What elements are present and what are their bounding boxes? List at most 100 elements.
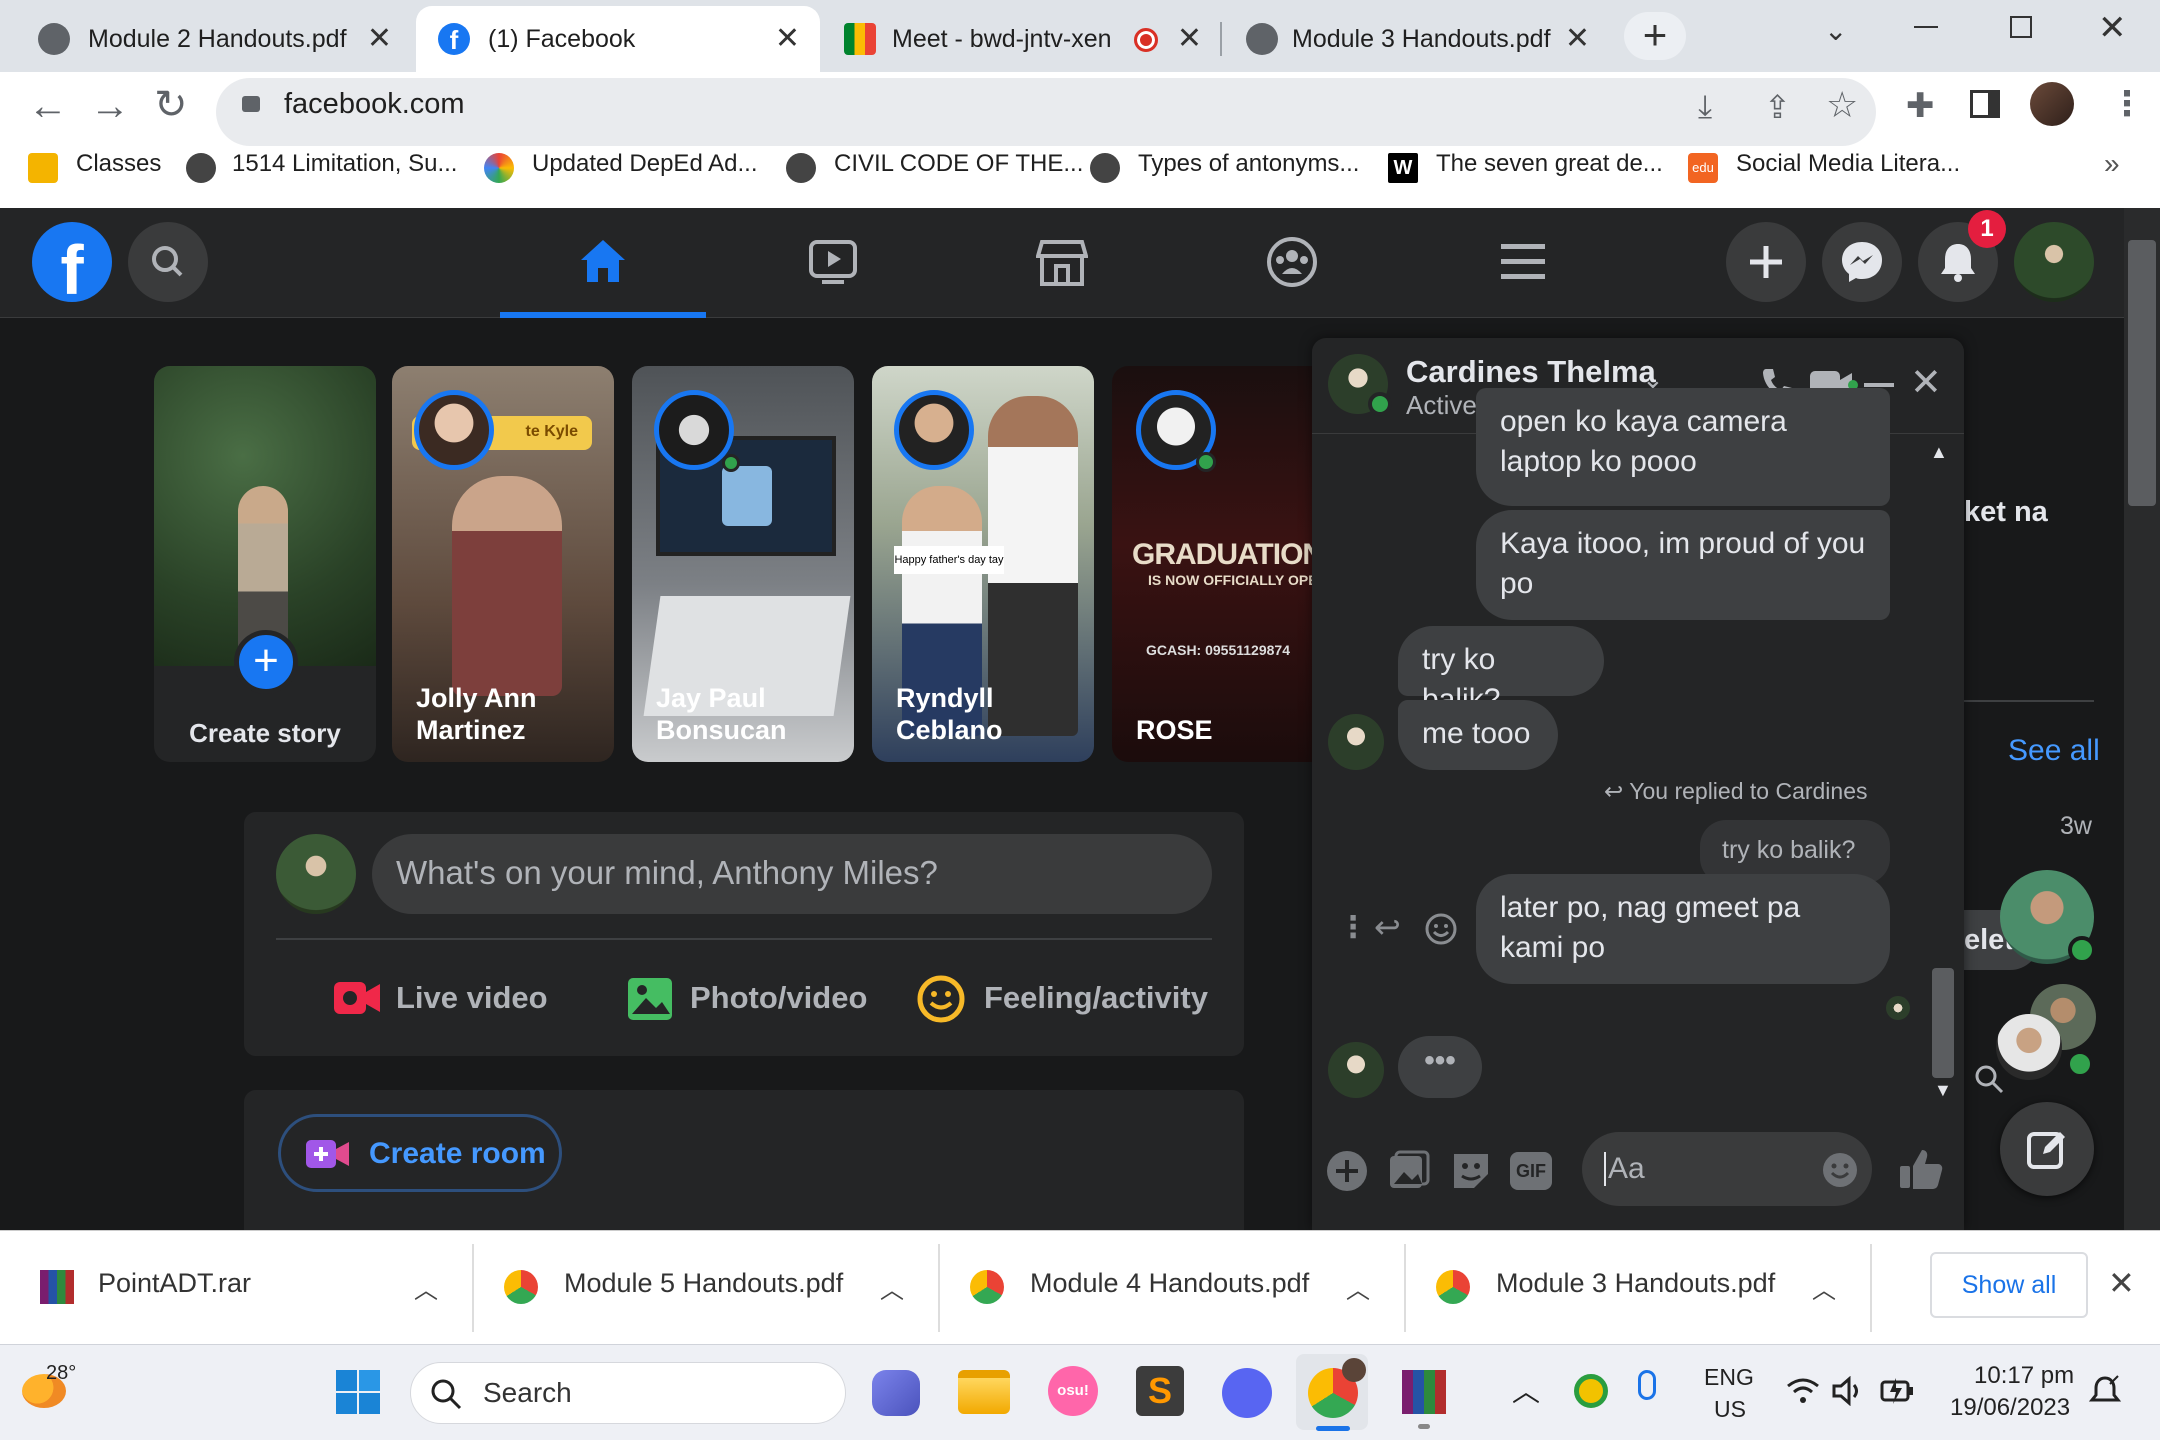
region-indicator[interactable]: US (1714, 1396, 1746, 1423)
tab-facebook[interactable]: f (1) Facebook ✕ (416, 6, 820, 72)
watch-icon[interactable] (808, 236, 858, 286)
menu-icon[interactable] (1498, 236, 1548, 286)
chevron-down-icon[interactable]: ⌄ (1824, 14, 1847, 47)
osu-icon[interactable]: osu! (1048, 1366, 1098, 1416)
search-button[interactable] (128, 222, 208, 302)
more-menu-icon[interactable]: ⋮ (2110, 84, 2144, 124)
gallery-icon[interactable] (1388, 1150, 1430, 1192)
file-explorer-icon[interactable] (958, 1370, 1010, 1414)
show-all-button[interactable]: Show all (1930, 1252, 2088, 1318)
scroll-up-icon[interactable]: ▲ (1930, 442, 1948, 463)
new-tab-button[interactable]: + (1624, 12, 1686, 60)
user-avatar[interactable] (276, 834, 356, 914)
discord-icon[interactable] (1222, 1368, 1272, 1418)
facebook-logo[interactable]: f (32, 222, 112, 302)
message-bubble[interactable]: me tooo (1398, 700, 1558, 770)
gif-icon[interactable]: GIF (1510, 1152, 1552, 1190)
close-shelf-icon[interactable]: ✕ (2108, 1264, 2135, 1302)
back-icon[interactable]: ← (28, 84, 68, 129)
lock-icon[interactable] (242, 96, 260, 112)
minimize-chat-icon[interactable] (1864, 383, 1894, 387)
chat-scrollbar-thumb[interactable] (1932, 968, 1954, 1078)
thumbs-up-icon[interactable] (1898, 1146, 1944, 1192)
more-options-icon[interactable]: ⋮ (1338, 910, 1368, 945)
chevron-up-icon[interactable]: ︿ (880, 1270, 904, 1305)
plus-circle-icon[interactable] (1324, 1148, 1370, 1194)
profile-avatar[interactable] (2030, 82, 2074, 126)
microphone-icon[interactable] (1638, 1370, 1656, 1400)
language-indicator[interactable]: ENG (1704, 1364, 1754, 1391)
story-card[interactable]: Jay Paul Bonsucan (632, 366, 854, 762)
close-icon[interactable]: ✕ (775, 21, 800, 56)
photo-video-button[interactable]: Photo/video (612, 966, 912, 1030)
create-room-button[interactable]: Create room (278, 1114, 562, 1192)
taskbar-search[interactable]: Search (410, 1362, 846, 1424)
install-icon[interactable]: ⤓ (1698, 88, 1712, 126)
extensions-icon[interactable]: ✚ (1906, 86, 1935, 126)
clock-date[interactable]: 19/06/2023 (1950, 1394, 2070, 1422)
home-icon[interactable] (578, 236, 628, 286)
minimize-icon[interactable] (1914, 26, 1938, 28)
tab-meet[interactable]: Meet - bwd-jntv-xen ✕ (826, 6, 1222, 72)
battery-icon[interactable] (1880, 1374, 1916, 1406)
tab-module-2[interactable]: Module 2 Handouts.pdf ✕ (0, 6, 412, 72)
share-icon[interactable]: ⇪ (1764, 88, 1791, 126)
profile-avatar[interactable] (2014, 222, 2094, 302)
bookmark-item[interactable]: Social Media Litera... (1736, 150, 1960, 178)
messenger-button[interactable] (1822, 222, 1902, 302)
see-all-link[interactable]: See all (2008, 734, 2100, 768)
bookmark-item[interactable]: 1514 Limitation, Su... (232, 150, 457, 178)
tray-app-icon[interactable] (1574, 1374, 1608, 1408)
message-bubble[interactable]: try ko balik? (1398, 626, 1604, 716)
chevron-up-icon[interactable]: ︿ (1346, 1270, 1370, 1305)
show-hidden-icons[interactable]: ︿ (1512, 1370, 1540, 1410)
story-card-create[interactable]: + Create story (154, 366, 376, 762)
address-bar[interactable] (216, 78, 1876, 146)
url-text[interactable]: facebook.com (284, 88, 465, 121)
chevron-up-icon[interactable]: ︿ (1812, 1270, 1836, 1305)
volume-icon[interactable] (1832, 1376, 1864, 1406)
add-story-icon[interactable]: + (234, 630, 298, 694)
feeling-activity-button[interactable]: Feeling/activity (912, 966, 1222, 1030)
download-item[interactable]: Module 3 Handouts.pdf (1496, 1268, 1775, 1299)
download-item[interactable]: Module 5 Handouts.pdf (564, 1268, 843, 1299)
create-button[interactable] (1726, 222, 1806, 302)
windows-start-icon[interactable] (334, 1368, 382, 1416)
story-card[interactable]: te Kyle Jolly Ann Martinez (392, 366, 614, 762)
bookmark-item[interactable]: Updated DepEd Ad... (532, 150, 758, 178)
story-card[interactable]: Happy father's day tay Ryndyll Ceblano (872, 366, 1094, 762)
bookmark-item[interactable]: CIVIL CODE OF THE... (834, 150, 1083, 178)
close-chat-icon[interactable]: ✕ (1910, 360, 1942, 405)
story-card[interactable]: GRADUATION GIF IS NOW OFFICIALLY OPEN GC… (1112, 366, 1312, 762)
marketplace-icon[interactable] (1036, 236, 1088, 288)
new-message-button[interactable] (2000, 1102, 2094, 1196)
reload-icon[interactable]: ↻ (154, 82, 188, 128)
react-icon[interactable] (1424, 912, 1458, 946)
bookmark-item[interactable]: Types of antonyms... (1138, 150, 1359, 178)
close-icon[interactable]: ✕ (1565, 21, 1590, 56)
emoji-icon[interactable] (1822, 1152, 1858, 1188)
forward-icon[interactable]: → (90, 84, 130, 129)
clock-time[interactable]: 10:17 pm (1974, 1362, 2074, 1390)
star-icon[interactable]: ☆ (1826, 84, 1858, 126)
scroll-down-icon[interactable]: ▼ (1934, 1080, 1952, 1101)
weather-temperature[interactable]: 28° (46, 1362, 76, 1385)
composer-input[interactable]: What's on your mind, Anthony Miles? (372, 834, 1212, 914)
download-item[interactable]: Module 4 Handouts.pdf (1030, 1268, 1309, 1299)
message-bubble[interactable]: Kaya itooo, im proud of you po (1476, 510, 1890, 620)
search-icon[interactable] (1972, 1062, 2006, 1096)
bookmark-item[interactable]: The seven great de... (1436, 150, 1663, 178)
bookmark-item[interactable]: Classes (76, 150, 161, 178)
wifi-icon[interactable] (1786, 1376, 1820, 1406)
message-bubble[interactable]: open ko kaya camera laptop ko pooo (1476, 388, 1890, 506)
reply-icon[interactable]: ↩ (1374, 908, 1401, 946)
close-icon[interactable]: ✕ (1177, 21, 1202, 56)
message-bubble[interactable]: later po, nag gmeet pa kami po (1476, 874, 1890, 984)
scrollbar-thumb[interactable] (2128, 240, 2156, 506)
winrar-icon[interactable] (1402, 1370, 1446, 1414)
tab-module-3[interactable]: Module 3 Handouts.pdf ✕ (1226, 6, 1610, 72)
notification-center-icon[interactable] (2088, 1374, 2122, 1408)
teams-icon[interactable] (872, 1370, 920, 1416)
sublime-icon[interactable]: S (1136, 1366, 1184, 1416)
contact-name[interactable]: Cardines Thelma (1406, 354, 1656, 390)
